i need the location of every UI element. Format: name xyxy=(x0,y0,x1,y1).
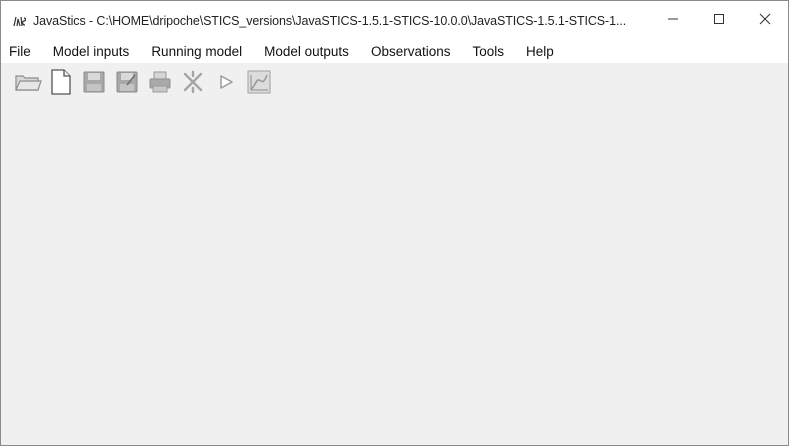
minimize-button[interactable] xyxy=(650,1,696,41)
main-workspace xyxy=(1,105,788,445)
maximize-icon xyxy=(713,12,725,30)
run-icon xyxy=(216,72,236,97)
menu-bar: File Model inputs Running model Model ou… xyxy=(1,41,788,63)
menu-running-model[interactable]: Running model xyxy=(145,41,248,63)
menu-observations[interactable]: Observations xyxy=(365,41,457,63)
print-icon xyxy=(147,69,173,100)
menu-model-outputs[interactable]: Model outputs xyxy=(258,41,355,63)
save-as-icon xyxy=(115,70,139,99)
title-bar[interactable]: JavaStics - C:\HOME\dripoche\STICS_versi… xyxy=(1,1,788,41)
save-as-button[interactable] xyxy=(110,67,143,101)
minimize-icon xyxy=(667,12,679,30)
new-button[interactable] xyxy=(44,67,77,101)
print-button[interactable] xyxy=(143,67,176,101)
tools-button[interactable] xyxy=(176,67,209,101)
menu-tools[interactable]: Tools xyxy=(466,41,510,63)
toolbar xyxy=(1,63,788,105)
menu-help[interactable]: Help xyxy=(520,41,560,63)
app-window: JavaStics - C:\HOME\dripoche\STICS_versi… xyxy=(0,0,789,446)
stics-logo-icon xyxy=(12,14,28,28)
new-file-icon xyxy=(49,68,73,101)
chart-button[interactable] xyxy=(242,67,275,101)
window-controls xyxy=(650,1,788,41)
save-icon xyxy=(82,70,106,99)
maximize-button[interactable] xyxy=(696,1,742,41)
run-button[interactable] xyxy=(209,67,242,101)
menu-file[interactable]: File xyxy=(1,41,37,63)
tools-icon xyxy=(181,70,205,99)
chart-icon xyxy=(246,69,272,100)
open-button[interactable] xyxy=(11,67,44,101)
close-button[interactable] xyxy=(742,1,788,41)
window-title: JavaStics - C:\HOME\dripoche\STICS_versi… xyxy=(33,14,627,28)
menu-model-inputs[interactable]: Model inputs xyxy=(47,41,136,63)
open-folder-icon xyxy=(14,70,42,99)
close-icon xyxy=(759,12,771,30)
save-button[interactable] xyxy=(77,67,110,101)
